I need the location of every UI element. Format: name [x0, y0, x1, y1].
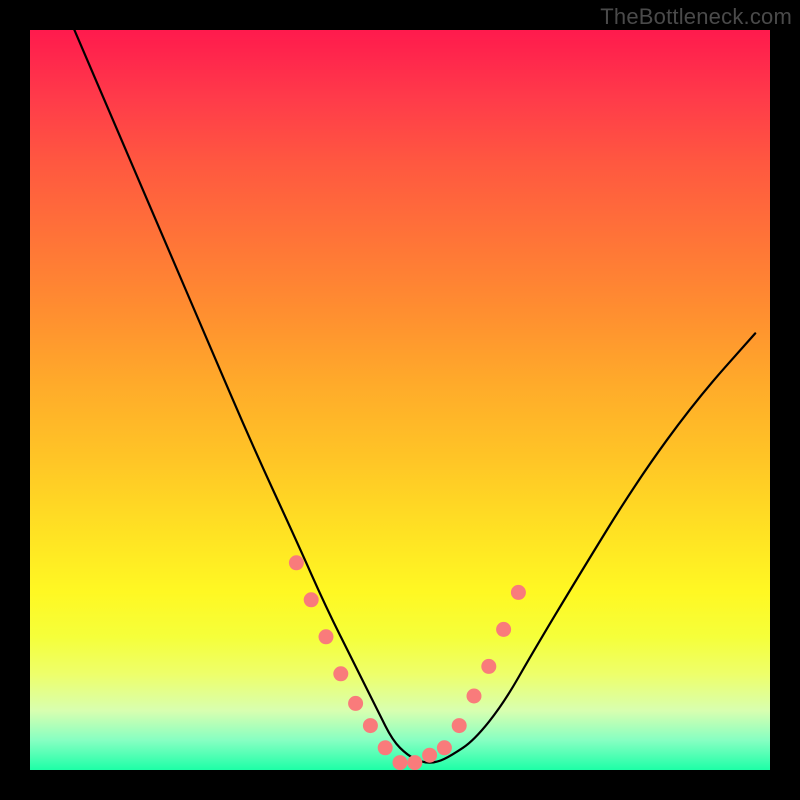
- highlight-dot: [304, 592, 319, 607]
- highlight-dot: [496, 622, 511, 637]
- highlight-dot: [422, 748, 437, 763]
- highlight-dot: [437, 740, 452, 755]
- highlight-dot: [511, 585, 526, 600]
- plot-area: [30, 30, 770, 770]
- curve-overlay: [30, 30, 770, 770]
- highlight-dot: [363, 718, 378, 733]
- highlight-dot: [407, 755, 422, 770]
- highlight-dot: [467, 689, 482, 704]
- chart-frame: TheBottleneck.com: [0, 0, 800, 800]
- highlight-dot: [289, 555, 304, 570]
- highlight-dot: [319, 629, 334, 644]
- highlight-dot: [333, 666, 348, 681]
- highlight-dot: [348, 696, 363, 711]
- bottleneck-curve: [74, 30, 755, 763]
- highlight-dots: [289, 555, 526, 770]
- highlight-dot: [393, 755, 408, 770]
- watermark-text: TheBottleneck.com: [600, 4, 792, 30]
- highlight-dot: [481, 659, 496, 674]
- highlight-dot: [452, 718, 467, 733]
- highlight-dot: [378, 740, 393, 755]
